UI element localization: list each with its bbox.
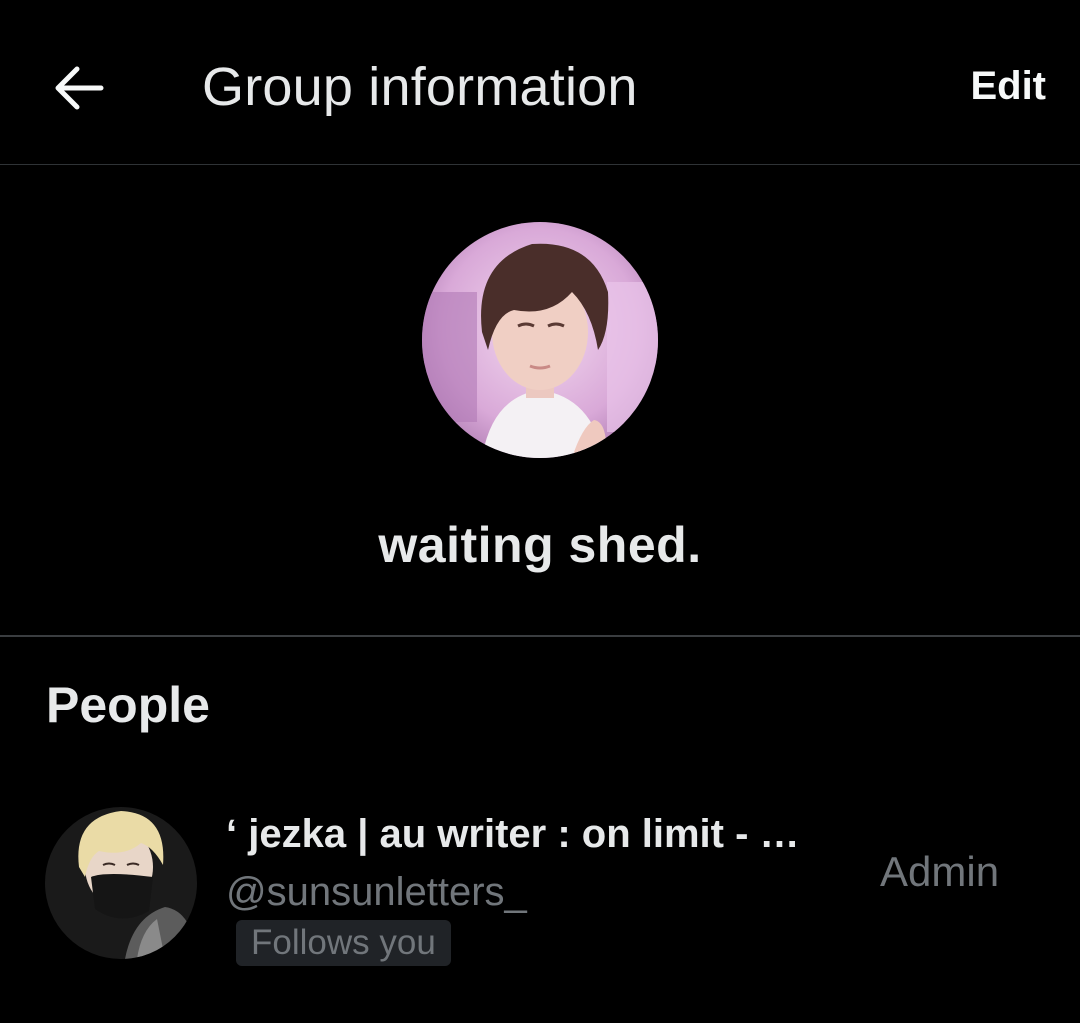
people-heading: People bbox=[46, 677, 210, 733]
group-summary: waiting shed. bbox=[0, 165, 1080, 637]
member-display-name: ‘ jezka | au writer : on limit - … bbox=[226, 812, 800, 856]
member-avatar-image bbox=[45, 807, 197, 959]
member-handle: @sunsunletters_ bbox=[226, 870, 527, 914]
admin-role-label: Admin bbox=[880, 848, 1000, 895]
arrow-left-icon bbox=[55, 66, 104, 110]
avatar[interactable] bbox=[45, 807, 197, 959]
back-button[interactable] bbox=[48, 62, 110, 114]
edit-button[interactable]: Edit bbox=[970, 64, 1046, 109]
follows-you-badge: Follows you bbox=[236, 920, 451, 966]
group-avatar-image bbox=[422, 222, 658, 458]
group-name: waiting shed. bbox=[378, 517, 702, 573]
member-row[interactable]: ‘ jezka | au writer : on limit - … @suns… bbox=[0, 790, 1080, 990]
group-avatar[interactable] bbox=[422, 222, 658, 458]
top-bar: Group information Edit bbox=[0, 0, 1080, 165]
page-title: Group information bbox=[202, 57, 638, 117]
